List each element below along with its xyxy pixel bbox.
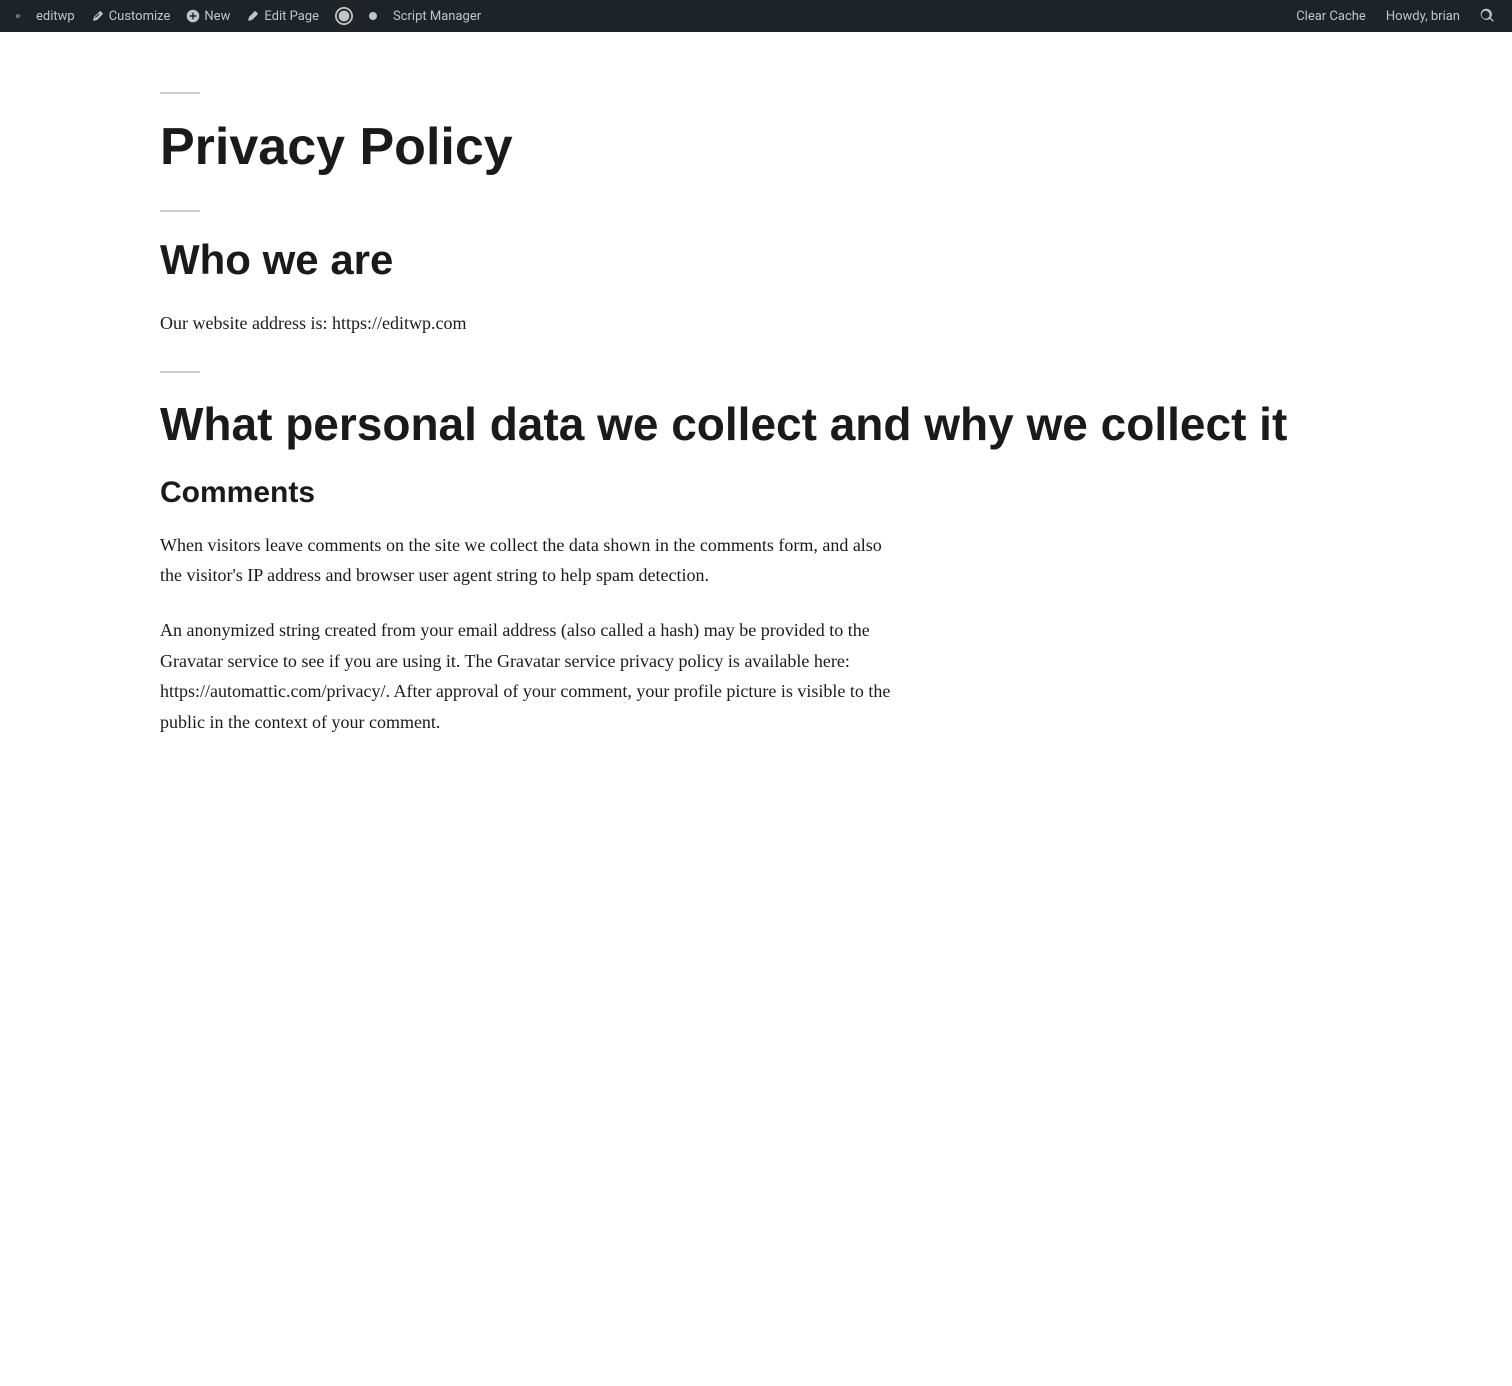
admin-bar-left: editwp Customize New Edit Page — [8, 0, 1288, 32]
comments-paragraph-2: An anonymized string created from your e… — [160, 615, 900, 737]
site-name-label: editwp — [36, 9, 75, 24]
edit-page-icon — [246, 9, 260, 23]
who-we-are-section: Who we are Our website address is: https… — [160, 210, 1352, 339]
plugin-icon-button[interactable] — [327, 0, 361, 32]
page-content: Privacy Policy Who we are Our website ad… — [0, 32, 1512, 821]
wordpress-icon — [16, 9, 20, 23]
customize-button[interactable]: Customize — [83, 0, 179, 32]
customize-icon — [91, 9, 105, 23]
comments-paragraph-1: When visitors leave comments on the site… — [160, 530, 900, 591]
status-dot-button[interactable] — [361, 0, 385, 32]
new-icon — [186, 9, 200, 23]
comments-heading: Comments — [160, 476, 1352, 510]
admin-bar-right: Clear Cache Howdy, brian — [1288, 0, 1504, 32]
section-divider-1 — [160, 210, 200, 212]
who-we-are-paragraph-1: Our website address is: https://editwp.c… — [160, 308, 900, 339]
edit-page-button[interactable]: Edit Page — [238, 0, 327, 32]
search-button[interactable] — [1472, 0, 1504, 32]
wordpress-logo-button[interactable] — [8, 6, 28, 26]
title-block: Privacy Policy — [160, 92, 1352, 178]
clear-cache-button[interactable]: Clear Cache — [1288, 0, 1374, 32]
plugin-icon — [335, 7, 353, 25]
script-manager-label: Script Manager — [393, 9, 481, 24]
status-dot — [369, 12, 377, 20]
admin-bar: editwp Customize New Edit Page — [0, 0, 1512, 32]
new-button[interactable]: New — [178, 0, 238, 32]
clear-cache-label: Clear Cache — [1296, 9, 1366, 24]
personal-data-heading: What personal data we collect and why we… — [160, 397, 1352, 452]
user-greeting-label: Howdy, brian — [1386, 9, 1460, 24]
who-we-are-heading: Who we are — [160, 236, 1352, 284]
user-greeting-button[interactable]: Howdy, brian — [1378, 0, 1468, 32]
title-divider — [160, 92, 200, 94]
customize-label: Customize — [109, 9, 171, 24]
new-label: New — [204, 9, 230, 24]
script-manager-button[interactable]: Script Manager — [385, 0, 489, 32]
edit-page-label: Edit Page — [264, 9, 319, 24]
search-icon — [1480, 8, 1496, 24]
section-divider-2 — [160, 371, 200, 373]
personal-data-section: What personal data we collect and why we… — [160, 371, 1352, 738]
site-name-button[interactable]: editwp — [28, 0, 83, 32]
comments-subsection: Comments When visitors leave comments on… — [160, 476, 1352, 738]
page-title: Privacy Policy — [160, 118, 1352, 178]
